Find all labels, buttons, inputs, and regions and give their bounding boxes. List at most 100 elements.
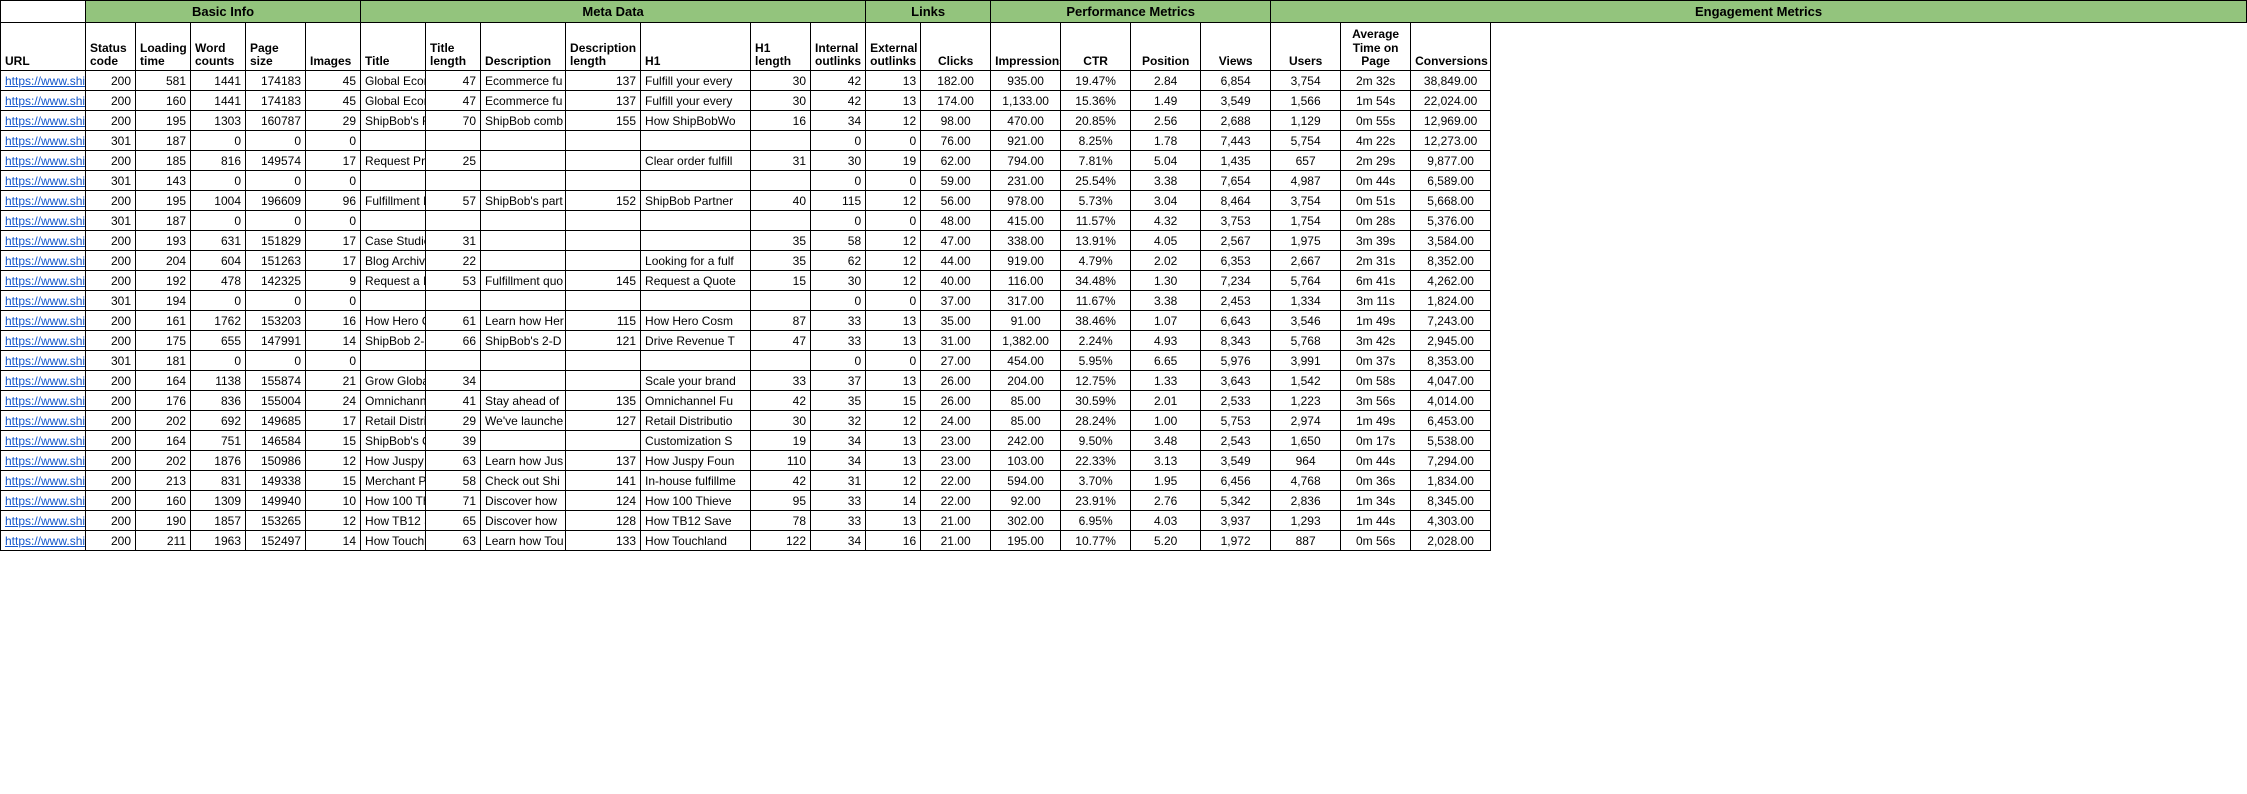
cell-users: 2,974 <box>1271 411 1341 431</box>
url-link[interactable]: https://www.shi <box>5 514 85 528</box>
cell-extout: 12 <box>866 111 921 131</box>
cell-avgtime: 2m 29s <box>1341 151 1411 171</box>
cell-desclen <box>566 131 641 151</box>
cell-title: Blog Archive <box>361 251 426 271</box>
cell-loading: 143 <box>136 171 191 191</box>
cell-extout: 13 <box>866 511 921 531</box>
cell-intout: 33 <box>811 491 866 511</box>
cell-title: Request Pric <box>361 151 426 171</box>
url-link[interactable]: https://www.shi <box>5 194 85 208</box>
cell-status: 200 <box>86 311 136 331</box>
cell-clicks: 26.00 <box>921 391 991 411</box>
cell-h1: Looking for a fulf <box>641 251 751 271</box>
url-link[interactable]: https://www.shi <box>5 74 85 88</box>
cell-h1: Omnichannel Fu <box>641 391 751 411</box>
cell-h1len <box>751 211 811 231</box>
cell-impr: 1,382.00 <box>991 331 1061 351</box>
cell-desclen: 137 <box>566 71 641 91</box>
url-link[interactable]: https://www.shi <box>5 374 85 388</box>
url-link[interactable]: https://www.shi <box>5 494 85 508</box>
cell-loading: 181 <box>136 351 191 371</box>
url-link[interactable]: https://www.shi <box>5 354 85 368</box>
cell-pos: 5.04 <box>1131 151 1201 171</box>
url-link[interactable]: https://www.shi <box>5 534 85 548</box>
cell-clicks: 21.00 <box>921 531 991 551</box>
cell-url: https://www.shi <box>1 131 86 151</box>
url-link[interactable]: https://www.shi <box>5 154 85 168</box>
cell-url: https://www.shi <box>1 211 86 231</box>
cell-avgtime: 0m 44s <box>1341 171 1411 191</box>
url-link[interactable]: https://www.shi <box>5 254 85 268</box>
cell-desclen <box>566 151 641 171</box>
cell-word: 1963 <box>191 531 246 551</box>
cell-h1 <box>641 291 751 311</box>
cell-pos: 3.04 <box>1131 191 1201 211</box>
cell-desclen <box>566 351 641 371</box>
url-link[interactable]: https://www.shi <box>5 334 85 348</box>
cell-impr: 92.00 <box>991 491 1061 511</box>
url-link[interactable]: https://www.shi <box>5 294 85 308</box>
cell-h1len: 19 <box>751 431 811 451</box>
cell-conv: 5,668.00 <box>1411 191 1491 211</box>
cell-ctr: 22.33% <box>1061 451 1131 471</box>
cell-extout: 12 <box>866 191 921 211</box>
cell-title: How Hero C <box>361 311 426 331</box>
column-header-h1len: H1 length <box>751 23 811 71</box>
cell-title: Grow Global <box>361 371 426 391</box>
url-link[interactable]: https://www.shi <box>5 394 85 408</box>
url-link[interactable]: https://www.shi <box>5 434 85 448</box>
cell-ctr: 7.81% <box>1061 151 1131 171</box>
cell-loading: 185 <box>136 151 191 171</box>
cell-loading: 194 <box>136 291 191 311</box>
cell-h1len: 33 <box>751 371 811 391</box>
cell-impr: 204.00 <box>991 371 1061 391</box>
cell-intout: 32 <box>811 411 866 431</box>
cell-ctr: 28.24% <box>1061 411 1131 431</box>
cell-extout: 0 <box>866 131 921 151</box>
table-row: https://www.shi200211196315249714How Tou… <box>1 531 2247 551</box>
cell-impr: 231.00 <box>991 171 1061 191</box>
cell-word: 655 <box>191 331 246 351</box>
cell-views: 8,343 <box>1201 331 1271 351</box>
cell-pos: 2.01 <box>1131 391 1201 411</box>
cell-clicks: 21.00 <box>921 511 991 531</box>
url-link[interactable]: https://www.shi <box>5 474 85 488</box>
url-link[interactable]: https://www.shi <box>5 214 85 228</box>
column-header-titlelen: Title length <box>426 23 481 71</box>
url-link[interactable]: https://www.shi <box>5 174 85 188</box>
cell-word: 631 <box>191 231 246 251</box>
cell-h1: Request a Quote <box>641 271 751 291</box>
url-link[interactable]: https://www.shi <box>5 134 85 148</box>
url-link[interactable]: https://www.shi <box>5 414 85 428</box>
cell-conv: 8,352.00 <box>1411 251 1491 271</box>
cell-desclen <box>566 211 641 231</box>
url-link[interactable]: https://www.shi <box>5 234 85 248</box>
url-link[interactable]: https://www.shi <box>5 454 85 468</box>
cell-desc: Ecommerce fu <box>481 91 566 111</box>
url-link[interactable]: https://www.shi <box>5 314 85 328</box>
cell-desc: Check out Shi <box>481 471 566 491</box>
cell-titlelen: 70 <box>426 111 481 131</box>
cell-impr: 116.00 <box>991 271 1061 291</box>
cell-loading: 211 <box>136 531 191 551</box>
cell-users: 1,542 <box>1271 371 1341 391</box>
url-link[interactable]: https://www.shi <box>5 94 85 108</box>
cell-views: 7,443 <box>1201 131 1271 151</box>
url-link[interactable]: https://www.shi <box>5 274 85 288</box>
cell-intout: 30 <box>811 151 866 171</box>
cell-views: 2,453 <box>1201 291 1271 311</box>
cell-avgtime: 6m 41s <box>1341 271 1411 291</box>
cell-clicks: 35.00 <box>921 311 991 331</box>
cell-word: 831 <box>191 471 246 491</box>
cell-users: 5,768 <box>1271 331 1341 351</box>
cell-title: Merchant Pl <box>361 471 426 491</box>
cell-desc <box>481 231 566 251</box>
cell-titlelen: 25 <box>426 151 481 171</box>
cell-impr: 978.00 <box>991 191 1061 211</box>
cell-conv: 4,262.00 <box>1411 271 1491 291</box>
cell-loading: 187 <box>136 131 191 151</box>
cell-word: 604 <box>191 251 246 271</box>
cell-title: How TB12 S <box>361 511 426 531</box>
cell-views: 7,234 <box>1201 271 1271 291</box>
url-link[interactable]: https://www.shi <box>5 114 85 128</box>
